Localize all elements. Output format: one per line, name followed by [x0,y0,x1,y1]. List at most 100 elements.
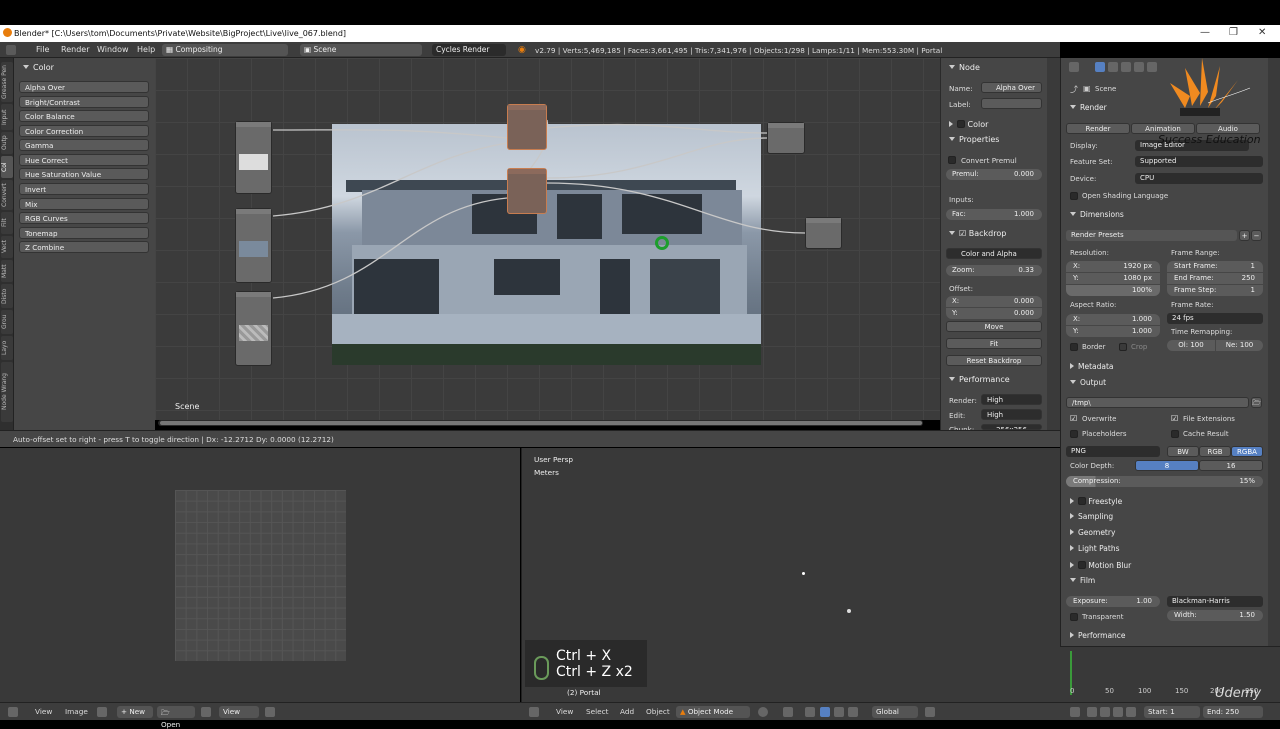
mode-dropdown[interactable]: ▲ Object Mode [676,706,750,718]
metadata-panel-header[interactable]: Metadata [1070,362,1114,371]
end-frame-field[interactable]: End Frame: 250 [1167,273,1263,284]
file-format-dropdown[interactable]: PNG [1066,446,1160,457]
menu-icon[interactable] [1087,707,1097,717]
world-tab-icon[interactable] [1134,62,1144,72]
image-node[interactable] [235,121,272,194]
layers-icon[interactable] [925,707,935,717]
premul-field[interactable]: Premul: 0.000 [946,169,1042,180]
color-balance-button[interactable]: Color Balance [19,110,149,122]
editor-type-icon[interactable] [1070,707,1080,717]
zoom-field[interactable]: Zoom: 0.33 [946,265,1042,276]
resolution-x-field[interactable]: X: 1920 px [1066,261,1160,272]
view-mode-dropdown[interactable]: View [219,706,259,718]
layout-selector[interactable]: ▦ Compositing [162,44,288,56]
menu-icon[interactable] [1113,707,1123,717]
fit-button[interactable]: Fit [946,338,1042,349]
hue-saturation-value-button[interactable]: Hue Saturation Value [19,168,149,180]
alpha-over-node[interactable] [507,104,547,150]
cache-result-checkbox[interactable] [1171,430,1179,438]
object-point[interactable] [847,609,851,613]
bright-contrast-button[interactable]: Bright/Contrast [19,96,149,108]
alpha-over-button[interactable]: Alpha Over [19,81,149,93]
node-label-field[interactable] [981,98,1042,109]
v3d-menu-select[interactable]: Select [586,707,609,716]
image-node[interactable] [235,291,272,366]
orientation-dropdown[interactable]: Global [872,706,918,718]
alpha-over-node-selected[interactable] [507,168,547,214]
gamma-button[interactable]: Gamma [19,139,149,151]
tab-output[interactable]: Outp [1,132,13,154]
rgb-curves-button[interactable]: RGB Curves [19,212,149,224]
transparent-checkbox[interactable] [1070,613,1078,621]
z-combine-button[interactable]: Z Combine [19,241,149,253]
placeholders-checkbox[interactable] [1070,430,1078,438]
image-node[interactable] [235,208,272,283]
editor-type-icon[interactable] [6,45,16,55]
editor-type-icon[interactable] [1069,62,1079,72]
render-presets-dropdown[interactable]: Render Presets [1066,230,1237,241]
properties-section-header[interactable]: Properties [949,135,999,144]
reset-backdrop-button[interactable]: Reset Backdrop [946,355,1042,366]
tab-color[interactable]: Col [1,156,13,178]
shading-icon[interactable] [758,707,768,717]
output-path-field[interactable]: /tmp\ [1066,397,1249,408]
resolution-y-field[interactable]: Y: 1080 px [1066,273,1160,284]
sampling-panel-header[interactable]: Sampling [1070,512,1113,521]
light-paths-panel-header[interactable]: Light Paths [1070,544,1119,553]
maximize-icon[interactable]: ❐ [1229,27,1238,38]
filter-width-field[interactable]: Width: 1.50 [1167,610,1263,621]
remove-preset-button[interactable]: − [1251,230,1262,241]
performance-section-header[interactable]: Performance [949,375,1010,384]
rgba-button[interactable]: RGBA [1231,446,1263,457]
node-editor-scrollbar[interactable] [158,420,923,426]
compression-slider[interactable]: Compression: 15% [1066,476,1263,487]
device-dropdown[interactable]: CPU [1135,173,1263,184]
frame-step-field[interactable]: Frame Step: 1 [1167,285,1263,296]
v3d-menu-add[interactable]: Add [620,707,634,716]
viewer-node[interactable] [767,122,805,154]
freestyle-checkbox[interactable] [1078,497,1086,505]
editor-type-icon[interactable] [8,707,18,717]
motion-blur-checkbox[interactable] [1078,561,1086,569]
aspect-y-field[interactable]: Y: 1.000 [1066,326,1160,337]
tab-layout[interactable]: Layo [1,336,13,360]
menu-window[interactable]: Window [97,45,129,54]
offset-x-field[interactable]: X: 0.000 [946,296,1042,307]
minimize-icon[interactable]: — [1200,27,1210,38]
open-image-button[interactable]: 🗁 Open [157,706,195,729]
time-new-field[interactable]: Ne: 100 [1216,340,1263,351]
border-checkbox[interactable] [1070,343,1078,351]
color-correction-button[interactable]: Color Correction [19,125,149,137]
scene-selector[interactable]: ▣ Scene [300,44,422,56]
translate-icon[interactable] [820,707,830,717]
frame-rate-dropdown[interactable]: 24 fps [1167,313,1263,324]
osl-checkbox[interactable] [1070,192,1078,200]
object-point[interactable] [802,572,805,575]
color-checkbox[interactable] [957,120,965,128]
backdrop-section-header[interactable]: ☑ Backdrop [949,229,1006,238]
file-extensions-checkbox-icon[interactable]: ☑ [1171,414,1178,423]
exposure-field[interactable]: Exposure: 1.00 [1066,596,1160,607]
tab-filter[interactable]: Filt [1,212,13,234]
tonemap-button[interactable]: Tonemap [19,227,149,239]
npanel-scrollbar[interactable] [1047,58,1060,430]
motion-blur-panel-header[interactable]: Motion Blur [1070,560,1131,570]
new-image-button[interactable]: + New [117,706,153,718]
image-browse-icon[interactable] [97,707,107,717]
rotate-icon[interactable] [834,707,844,717]
manipulator-icon[interactable] [805,707,815,717]
offset-y-field[interactable]: Y: 0.000 [946,308,1042,319]
pin-icon[interactable] [201,707,211,717]
rgb-button[interactable]: RGB [1199,446,1231,457]
menu-help[interactable]: Help [137,45,155,54]
shelf-header[interactable]: Color [23,63,54,72]
uv-menu-image[interactable]: Image [65,707,88,716]
dimensions-panel-header[interactable]: Dimensions [1070,210,1124,219]
end-frame-field[interactable]: End: 250 [1203,706,1263,718]
fac-field[interactable]: Fac: 1.000 [946,209,1042,220]
pin-icon[interactable]: ⤴ [1070,84,1078,95]
scene-tab-icon[interactable] [1121,62,1131,72]
tab-matte[interactable]: Matt [1,260,13,282]
mix-button[interactable]: Mix [19,198,149,210]
depth-16-button[interactable]: 16 [1199,460,1263,471]
